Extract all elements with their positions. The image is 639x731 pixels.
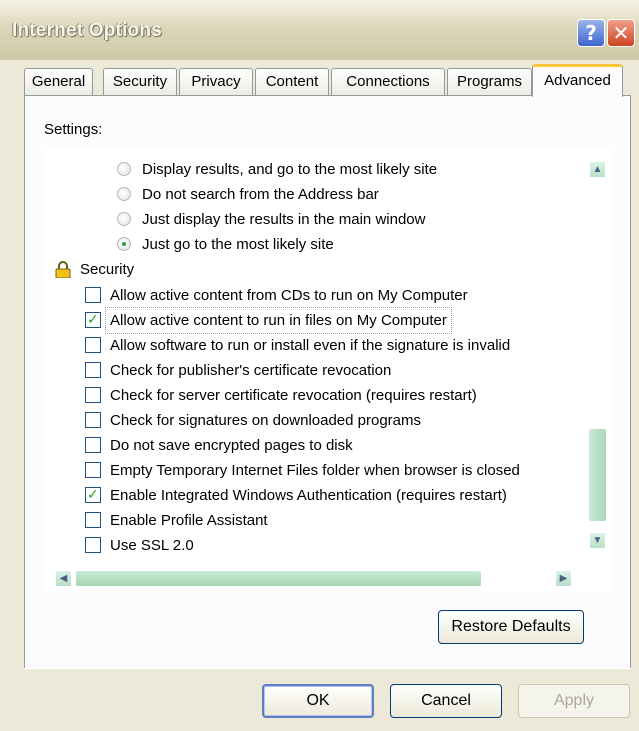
radio-button[interactable] <box>117 187 131 201</box>
radio-button-selected[interactable] <box>117 237 131 251</box>
advanced-panel: Settings: Display results, and go to the… <box>24 95 631 669</box>
checkbox-checked[interactable]: ✓ <box>85 487 101 503</box>
cancel-button[interactable]: Cancel <box>390 684 502 718</box>
horizontal-scroll-thumb[interactable] <box>76 571 481 586</box>
option-label: Do not search from the Address bar <box>142 186 379 203</box>
close-button[interactable]: ✕ <box>607 19 635 47</box>
checkbox[interactable] <box>85 437 101 453</box>
scroll-right-button[interactable]: ▶ <box>555 570 572 587</box>
checkbox[interactable] <box>85 287 101 303</box>
tab-security[interactable]: Security <box>103 68 177 95</box>
option-label: Allow software to run or install even if… <box>110 337 511 354</box>
apply-button[interactable]: Apply <box>518 684 630 718</box>
scroll-up-button[interactable]: ▲ <box>589 161 606 178</box>
horizontal-scrollbar[interactable]: ◀ ▶ <box>45 567 587 589</box>
window-title: Internet Options <box>12 20 162 41</box>
settings-list[interactable]: Display results, and go to the most like… <box>45 147 610 593</box>
ok-button[interactable]: OK <box>262 684 374 718</box>
tab-connections[interactable]: Connections <box>331 68 445 95</box>
option-label: Allow active content to run in files on … <box>105 307 452 334</box>
option-label: Empty Temporary Internet Files folder wh… <box>110 462 520 479</box>
option-label: Enable Integrated Windows Authentication… <box>110 487 507 504</box>
scroll-down-button[interactable]: ▼ <box>589 532 606 549</box>
checkbox[interactable] <box>85 462 101 478</box>
tab-privacy[interactable]: Privacy <box>179 68 253 95</box>
option-label: Just display the results in the main win… <box>142 211 426 228</box>
radio-button[interactable] <box>117 212 131 226</box>
title-bar[interactable]: Internet Options ? ✕ <box>0 0 639 60</box>
checkbox[interactable] <box>85 337 101 353</box>
restore-defaults-button[interactable]: Restore Defaults <box>438 610 584 644</box>
option-label: Just go to the most likely site <box>142 236 334 253</box>
radio-button[interactable] <box>117 162 131 176</box>
lock-icon <box>55 261 71 278</box>
checkbox[interactable] <box>85 362 101 378</box>
vertical-scrollbar[interactable]: ▲ ▼ <box>587 147 610 567</box>
vertical-scroll-thumb[interactable] <box>589 429 606 521</box>
divider <box>24 668 631 669</box>
group-label: Security <box>80 261 135 278</box>
option-label: Allow active content from CDs to run on … <box>110 287 468 304</box>
settings-label: Settings: <box>44 121 103 138</box>
checkbox[interactable] <box>85 412 101 428</box>
tab-programs[interactable]: Programs <box>447 68 532 95</box>
check-mark-icon: ✓ <box>87 312 99 328</box>
scroll-left-button[interactable]: ◀ <box>55 570 72 587</box>
tab-advanced[interactable]: Advanced <box>532 64 623 97</box>
checkbox[interactable] <box>85 512 101 528</box>
option-label: Check for server certificate revocation … <box>110 387 477 404</box>
option-label: Check for publisher's certificate revoca… <box>110 362 392 379</box>
checkbox-checked[interactable]: ✓ <box>85 312 101 328</box>
option-label: Do not save encrypted pages to disk <box>110 437 353 454</box>
tab-content[interactable]: Content <box>255 68 329 95</box>
check-mark-icon: ✓ <box>87 487 99 503</box>
option-label: Enable Profile Assistant <box>110 512 268 529</box>
option-label: Use SSL 2.0 <box>110 537 194 554</box>
help-button[interactable]: ? <box>577 19 605 47</box>
option-label: Display results, and go to the most like… <box>142 161 438 178</box>
option-label: Check for signatures on downloaded progr… <box>110 412 422 429</box>
tab-general[interactable]: General <box>24 68 93 95</box>
checkbox[interactable] <box>85 387 101 403</box>
checkbox[interactable] <box>85 537 101 553</box>
